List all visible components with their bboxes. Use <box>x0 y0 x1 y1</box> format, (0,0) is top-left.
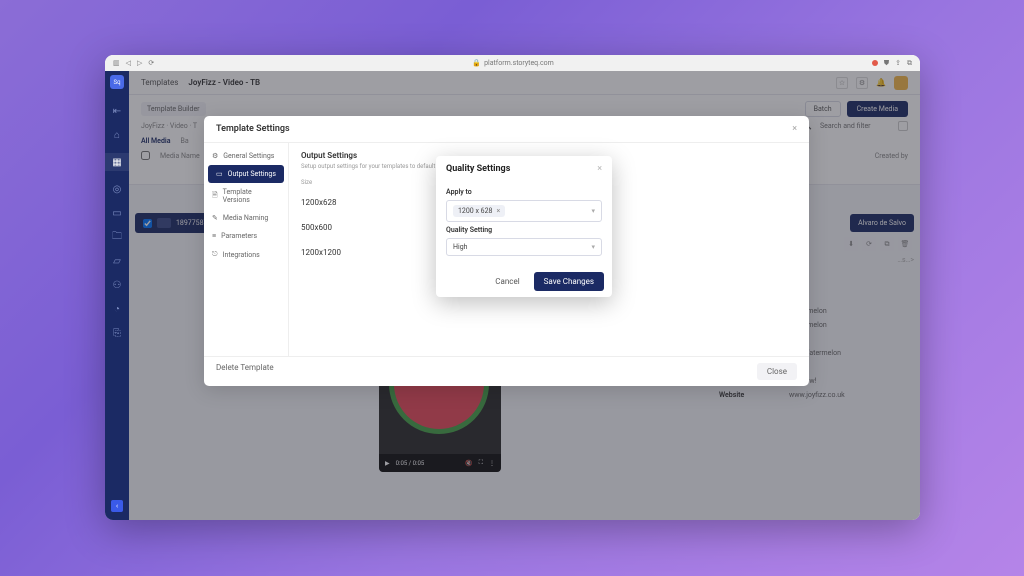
versions-icon: 🗎 <box>212 191 218 202</box>
ts-nav-integrations[interactable]: ⎋Integrations <box>204 245 288 264</box>
url-bar[interactable]: 🔒 platform.storyteq.com <box>162 59 864 67</box>
recording-indicator-icon <box>872 60 878 66</box>
sidebar-toggle-icon[interactable]: ▥ <box>113 59 120 67</box>
naming-icon: ✎ <box>212 214 218 222</box>
reload-icon[interactable]: ⟳ <box>148 59 154 67</box>
modal-ts-close-button[interactable]: Close <box>757 363 797 380</box>
modal-ts-close-icon[interactable]: × <box>792 124 797 134</box>
integrations-icon: ⎋ <box>212 250 218 259</box>
app-main: Templates JoyFizz - Video - TB ☆ ⚙ 🔔 Tem… <box>129 71 920 520</box>
apply-to-chip: 1200 x 628 × <box>453 205 505 217</box>
ts-nav-general[interactable]: ⚙General Settings <box>204 147 288 165</box>
ts-nav-output[interactable]: ▭Output Settings <box>208 165 284 183</box>
chip-remove-icon[interactable]: × <box>496 207 500 215</box>
quality-setting-label: Quality Setting <box>446 226 602 234</box>
ts-nav-naming[interactable]: ✎Media Naming <box>204 209 288 227</box>
nav-analytics-icon[interactable]: ◔ <box>111 303 123 315</box>
save-changes-button[interactable]: Save Changes <box>534 272 604 291</box>
nav-team-icon[interactable]: ⚇ <box>111 279 123 291</box>
chip-label: 1200 x 628 <box>458 207 492 215</box>
app-nav-sidebar: Sq ⇤ ⌂ ▦ ◎ ▭ 🗀 ▱ ⚇ ◔ ⎘ ‹ <box>105 71 129 520</box>
nav-forward-icon[interactable]: ▷ <box>137 59 142 67</box>
cancel-button[interactable]: Cancel <box>487 272 527 291</box>
gear-icon: ⚙ <box>212 152 218 160</box>
apply-to-field[interactable]: 1200 x 628 × ▾ <box>446 200 602 222</box>
app-logo[interactable]: Sq <box>110 75 124 89</box>
delete-template-link[interactable]: Delete Template <box>216 363 274 380</box>
modal-ts-title: Template Settings <box>216 124 290 134</box>
nav-folder-icon[interactable]: 🗀 <box>111 231 123 243</box>
chevron-down-icon[interactable]: ▾ <box>591 207 595 215</box>
browser-window: ▥ ◁ ▷ ⟳ 🔒 platform.storyteq.com ⛊ ⇪ ⧉ Sq… <box>105 55 920 520</box>
quality-setting-value: High <box>453 243 467 251</box>
params-icon: ≡ <box>212 232 216 240</box>
modal-ts-sidebar: ⚙General Settings ▭Output Settings 🗎Temp… <box>204 143 289 356</box>
nav-collapse-icon[interactable]: ⇤ <box>111 105 123 117</box>
modal-qs-title: Quality Settings <box>446 164 510 174</box>
quality-setting-select[interactable]: High ▾ <box>446 238 602 256</box>
sidebar-collapse-button[interactable]: ‹ <box>111 500 123 512</box>
shield-icon[interactable]: ⛊ <box>884 59 889 68</box>
apply-to-label: Apply to <box>446 188 602 196</box>
tabs-icon[interactable]: ⧉ <box>907 59 912 68</box>
lock-icon: 🔒 <box>472 59 481 67</box>
browser-chrome: ▥ ◁ ▷ ⟳ 🔒 platform.storyteq.com ⛊ ⇪ ⧉ <box>105 55 920 71</box>
nav-back-icon[interactable]: ◁ <box>126 59 131 67</box>
ts-nav-parameters[interactable]: ≡Parameters <box>204 227 288 245</box>
nav-assets-icon[interactable]: ▱ <box>111 255 123 267</box>
output-icon: ▭ <box>216 170 223 178</box>
modal-qs-close-icon[interactable]: × <box>597 164 602 174</box>
chevron-down-icon[interactable]: ▾ <box>591 243 595 251</box>
ts-nav-versions[interactable]: 🗎Template Versions <box>204 183 288 209</box>
share-icon[interactable]: ⇪ <box>895 59 901 67</box>
nav-media-icon[interactable]: ▭ <box>111 207 123 219</box>
nav-link-icon[interactable]: ⎘ <box>111 327 123 339</box>
nav-home-icon[interactable]: ⌂ <box>111 129 123 141</box>
nav-campaigns-icon[interactable]: ◎ <box>111 183 123 195</box>
nav-templates-icon[interactable]: ▦ <box>105 153 129 171</box>
quality-settings-modal: Quality Settings × Apply to 1200 x 628 ×… <box>436 156 612 297</box>
url-text: platform.storyteq.com <box>484 59 554 67</box>
